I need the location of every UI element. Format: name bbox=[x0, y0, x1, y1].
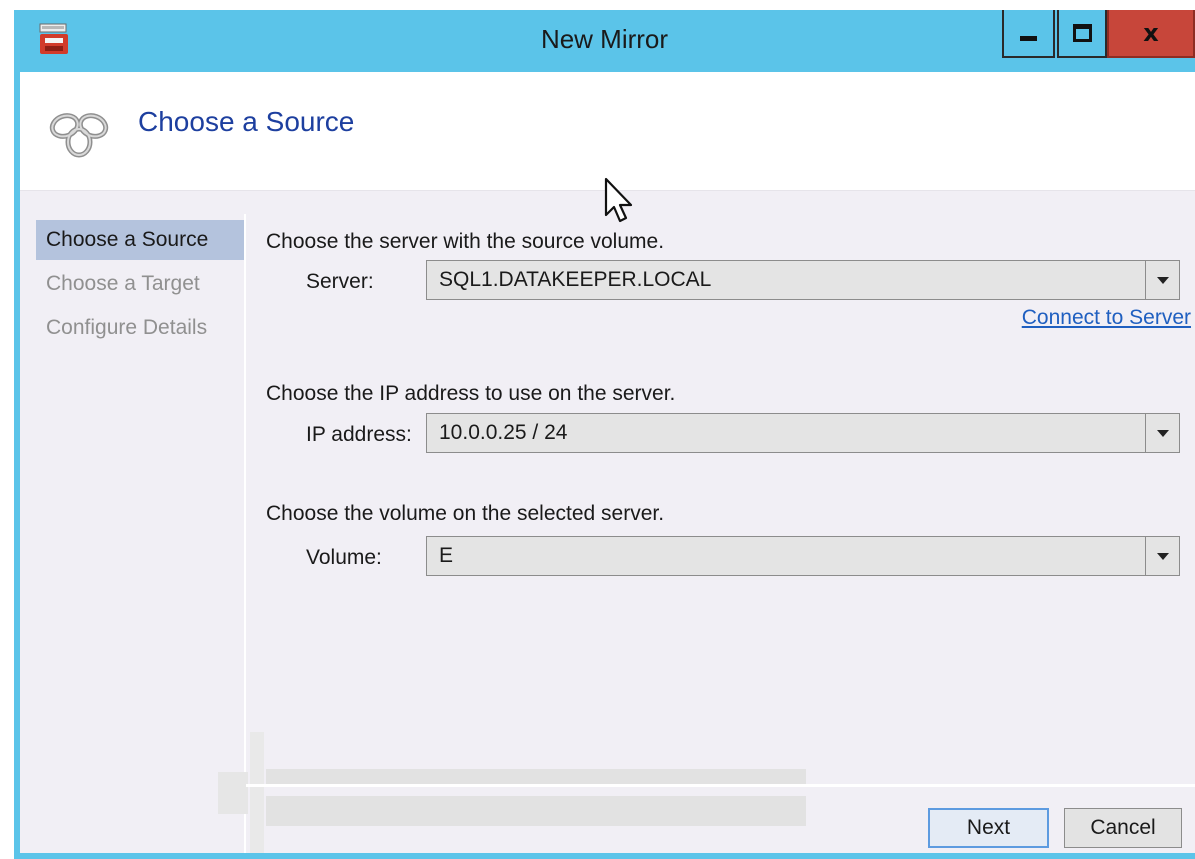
ip-address-dropdown-arrow[interactable] bbox=[1145, 414, 1179, 452]
title-bar[interactable]: New Mirror x bbox=[14, 10, 1195, 72]
nav-divider bbox=[244, 214, 246, 853]
wizard-steps-nav: Choose a Source Choose a Target Configur… bbox=[36, 220, 244, 352]
faded-overlay bbox=[250, 732, 264, 853]
maximize-button[interactable] bbox=[1057, 10, 1107, 58]
source-form-panel: Choose the server with the source volume… bbox=[266, 72, 1191, 772]
volume-dropdown[interactable]: E bbox=[426, 536, 1180, 576]
faded-overlay bbox=[266, 796, 806, 826]
faded-overlay bbox=[218, 772, 248, 814]
chevron-down-icon bbox=[1156, 276, 1169, 284]
cancel-button[interactable]: Cancel bbox=[1064, 808, 1182, 848]
new-mirror-window: New Mirror x Choose a Source Choose a So… bbox=[14, 10, 1195, 859]
server-label: Server: bbox=[306, 270, 374, 293]
minimize-button[interactable] bbox=[1002, 10, 1055, 58]
nav-step-choose-source[interactable]: Choose a Source bbox=[36, 220, 244, 260]
close-button[interactable]: x bbox=[1107, 10, 1195, 58]
ip-prompt: Choose the IP address to use on the serv… bbox=[266, 382, 676, 405]
maximize-icon bbox=[1072, 24, 1092, 42]
mirror-knot-icon bbox=[49, 113, 109, 158]
nav-step-choose-target: Choose a Target bbox=[46, 272, 200, 295]
ip-address-dropdown[interactable]: 10.0.0.25 / 24 bbox=[426, 413, 1180, 453]
footer-divider bbox=[246, 784, 1195, 787]
server-dropdown-arrow[interactable] bbox=[1145, 261, 1179, 299]
next-button[interactable]: Next bbox=[928, 808, 1049, 848]
chevron-down-icon bbox=[1156, 552, 1169, 560]
connect-to-server-link[interactable]: Connect to Server bbox=[1022, 306, 1191, 330]
minimize-icon bbox=[1020, 35, 1037, 41]
server-dropdown-value: SQL1.DATAKEEPER.LOCAL bbox=[439, 268, 712, 291]
chevron-down-icon bbox=[1156, 429, 1169, 437]
ip-address-label: IP address: bbox=[306, 423, 412, 446]
faded-overlay bbox=[266, 769, 806, 785]
server-dropdown[interactable]: SQL1.DATAKEEPER.LOCAL bbox=[426, 260, 1180, 300]
close-icon: x bbox=[1143, 19, 1159, 47]
volume-dropdown-value: E bbox=[439, 544, 454, 567]
server-prompt: Choose the server with the source volume… bbox=[266, 230, 665, 253]
ip-address-dropdown-value: 10.0.0.25 / 24 bbox=[439, 421, 568, 444]
wizard-client-area: Choose a Source Choose a Source Choose a… bbox=[20, 72, 1195, 853]
volume-dropdown-arrow[interactable] bbox=[1145, 537, 1179, 575]
volume-prompt: Choose the volume on the selected server… bbox=[266, 502, 665, 525]
nav-step-configure-details: Configure Details bbox=[46, 316, 208, 339]
volume-label: Volume: bbox=[306, 546, 382, 569]
